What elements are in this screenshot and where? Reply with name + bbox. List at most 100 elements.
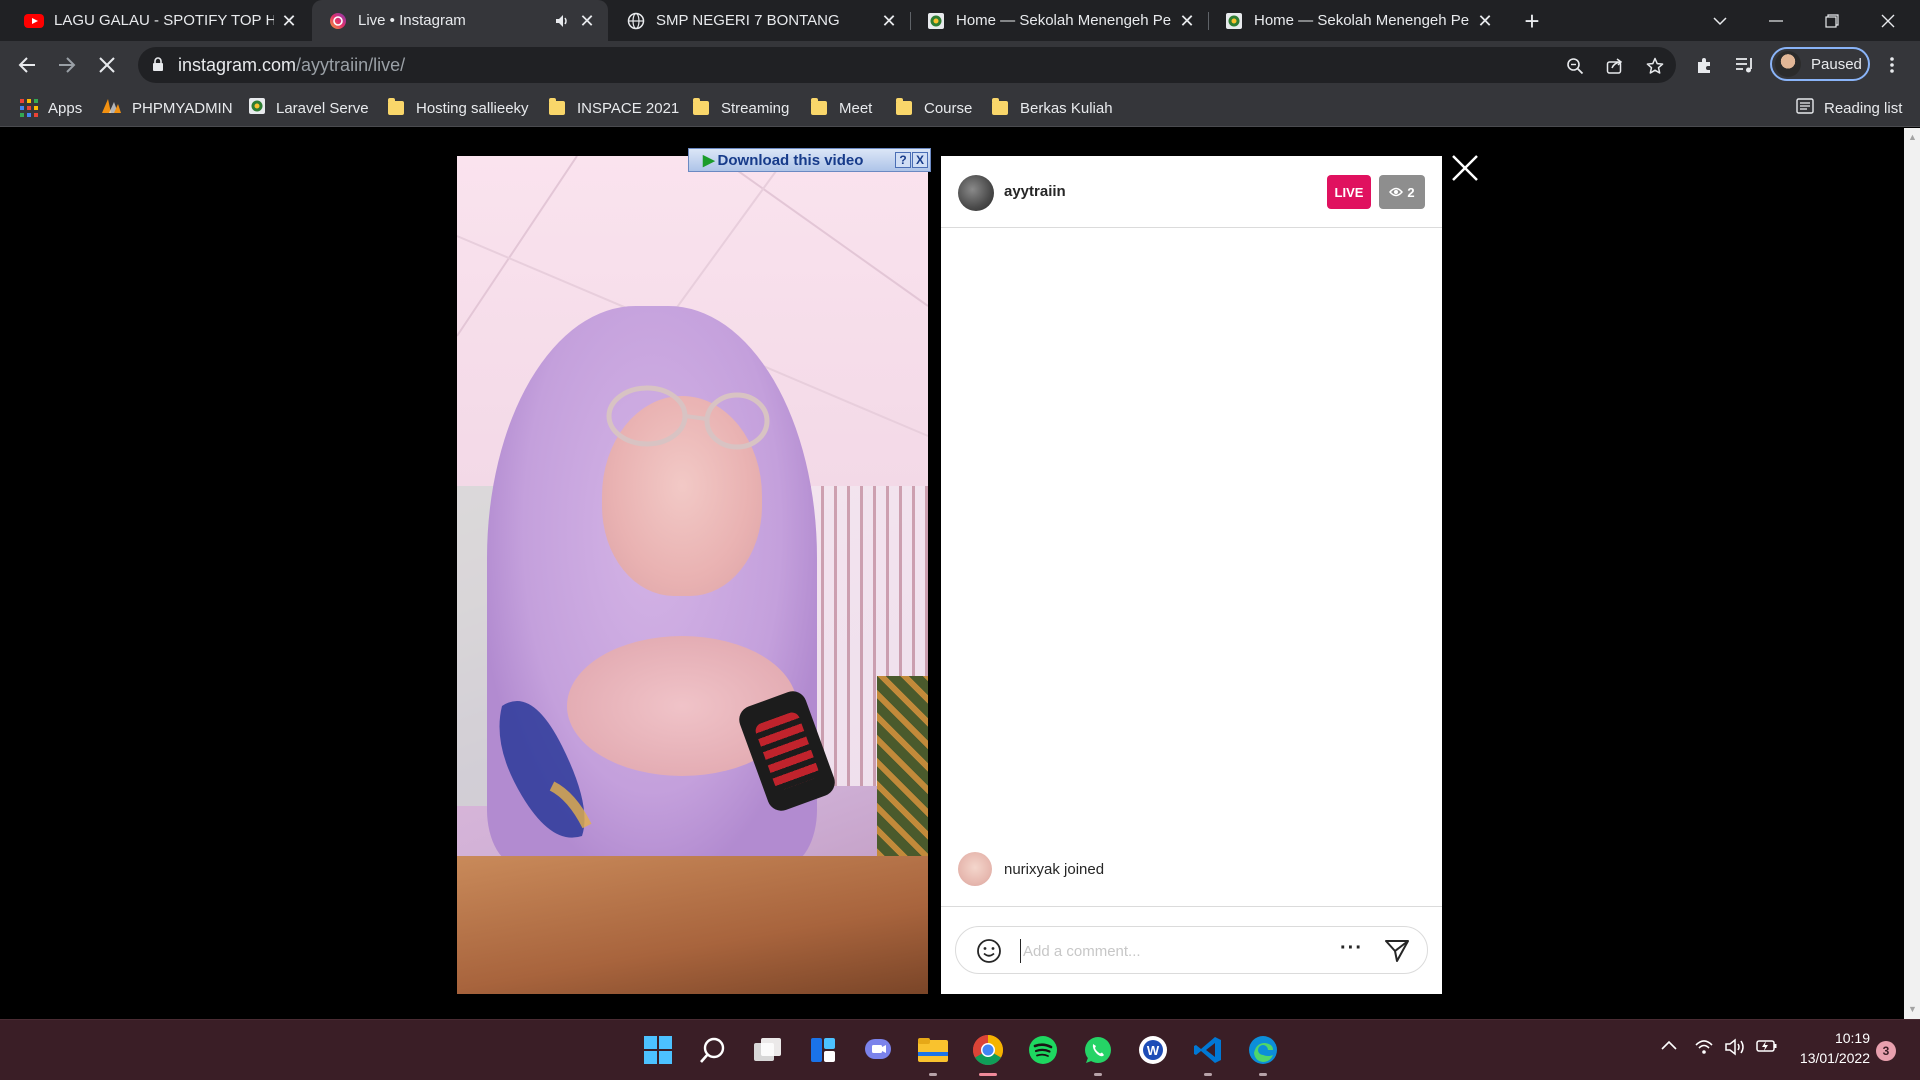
svg-text:W: W [1147, 1043, 1160, 1058]
menu-kebab-icon[interactable] [1880, 53, 1904, 77]
chrome-icon[interactable] [970, 1032, 1006, 1076]
folder-icon [388, 98, 404, 115]
tab-sekolah-1[interactable]: Home — Sekolah Menengeh Per ✕ [910, 0, 1208, 41]
page-scrollbar[interactable]: ▲ ▼ [1904, 128, 1920, 1019]
vscode-icon[interactable] [1190, 1032, 1226, 1076]
youtube-icon [24, 11, 44, 31]
send-icon[interactable] [1384, 938, 1410, 969]
folder-icon [693, 98, 709, 115]
bookmark-phpmyadmin[interactable]: PHPMYADMIN [100, 97, 233, 119]
bookmark-course[interactable]: Course [896, 97, 972, 119]
whatsapp-icon[interactable] [1080, 1032, 1116, 1076]
close-tab-icon[interactable]: ✕ [280, 12, 298, 30]
bookmark-apps[interactable]: Apps [20, 97, 82, 119]
tab-search-chevron-icon[interactable] [1692, 0, 1748, 41]
url-host: instagram.com [178, 55, 297, 75]
bookmark-streaming[interactable]: Streaming [693, 97, 789, 119]
host-avatar[interactable] [958, 175, 994, 211]
battery-charging-icon[interactable] [1756, 1038, 1778, 1057]
restore-button[interactable] [1804, 0, 1860, 41]
viewer-count: 2 [1407, 184, 1415, 200]
volume-icon[interactable] [1724, 1038, 1746, 1059]
host-username[interactable]: ayytraiin [1004, 183, 1066, 200]
close-tab-icon[interactable]: ✕ [1178, 12, 1196, 30]
comment-footer: ··· [941, 906, 1442, 994]
wifi-icon[interactable] [1694, 1038, 1714, 1059]
comment-input[interactable] [1020, 939, 1320, 963]
widgets-icon[interactable] [805, 1032, 841, 1068]
speaker-icon[interactable] [554, 12, 572, 30]
download-help-button[interactable]: ? [895, 152, 911, 168]
system-clock[interactable]: 10:19 13/01/2022 [1792, 1028, 1870, 1068]
tab-youtube[interactable]: LAGU GALAU - SPOTIFY TOP HIT ✕ [8, 0, 310, 41]
avatar [1775, 51, 1801, 77]
stop-loading-button[interactable] [92, 50, 122, 80]
profile-button[interactable]: Paused [1770, 47, 1870, 81]
notification-badge[interactable]: 3 [1876, 1041, 1896, 1061]
lock-icon[interactable] [152, 57, 164, 77]
tab-sekolah-2[interactable]: Home — Sekolah Menengeh Per ✕ [1208, 0, 1506, 41]
forward-button[interactable] [52, 50, 82, 80]
folder-icon [896, 98, 912, 115]
bookmark-hosting-sallieeky[interactable]: Hosting sallieeky [388, 97, 529, 119]
word-app-icon[interactable]: W [1135, 1032, 1171, 1068]
share-icon[interactable] [1604, 55, 1626, 77]
reading-list-button[interactable]: Reading list [1796, 97, 1902, 119]
tab-instagram-live[interactable]: Live • Instagram ✕ [312, 0, 608, 41]
task-view-icon[interactable] [750, 1032, 786, 1068]
address-bar[interactable]: instagram.com/ayytraiin/live/ [138, 47, 1676, 83]
bookmark-label: Course [924, 99, 973, 117]
bookmark-label: Berkas Kuliah [1020, 99, 1113, 117]
tab-title: LAGU GALAU - SPOTIFY TOP HIT [54, 12, 274, 29]
bookmark-meet[interactable]: Meet [811, 97, 872, 119]
bookmark-label: PHPMYADMIN [132, 99, 233, 117]
bookmark-label: Meet [839, 99, 873, 117]
panel-header: ayytraiin LIVE 2 [941, 156, 1442, 228]
scroll-up-icon[interactable]: ▲ [1908, 132, 1917, 142]
comment-text: nurixyak joined [1004, 860, 1105, 878]
video-glasses [606, 385, 770, 450]
live-video-stream[interactable] [457, 156, 928, 994]
tab-title: Home — Sekolah Menengeh Per [956, 12, 1172, 29]
search-icon[interactable] [695, 1032, 731, 1068]
new-tab-button[interactable]: + [1518, 8, 1546, 36]
back-button[interactable] [12, 50, 42, 80]
file-explorer-icon[interactable] [915, 1032, 951, 1076]
zoom-icon[interactable] [1564, 55, 1586, 77]
minimize-button[interactable] [1748, 0, 1804, 41]
close-live-icon[interactable] [1450, 153, 1480, 183]
bookmark-berkas-kuliah[interactable]: Berkas Kuliah [992, 97, 1113, 119]
instagram-icon [328, 11, 348, 31]
bookmark-label: Laravel Serve [276, 99, 369, 117]
teams-chat-icon[interactable] [860, 1032, 896, 1068]
bookmark-label: Hosting sallieeky [416, 99, 529, 117]
download-video-bar[interactable]: ▶ Download this video ? X [688, 148, 931, 172]
bookmark-inspace-2021[interactable]: INSPACE 2021 [549, 97, 679, 119]
bookmark-star-icon[interactable] [1644, 55, 1666, 77]
eye-icon [1389, 187, 1404, 197]
close-window-button[interactable] [1860, 0, 1916, 41]
comment-form: ··· [955, 926, 1428, 974]
download-close-button[interactable]: X [912, 152, 928, 168]
windows-start-icon[interactable] [640, 1032, 676, 1068]
edge-icon[interactable] [1245, 1032, 1281, 1076]
close-tab-icon[interactable]: ✕ [578, 12, 596, 30]
bookmark-laravel-serve[interactable]: Laravel Serve [248, 97, 369, 119]
tab-smp-negeri[interactable]: SMP NEGERI 7 BONTANG ✕ [610, 0, 910, 41]
tab-title: Live • Instagram [358, 12, 466, 29]
comment-item: nurixyak joined [958, 851, 1104, 887]
bookmark-label: Apps [48, 99, 83, 117]
emoji-icon[interactable] [976, 938, 1002, 969]
close-tab-icon[interactable]: ✕ [880, 12, 898, 30]
extensions-puzzle-icon[interactable] [1693, 53, 1717, 77]
bookmarks-bar: Apps PHPMYADMIN Laravel Serve Hosting sa… [0, 89, 1920, 127]
close-tab-icon[interactable]: ✕ [1476, 12, 1494, 30]
avatar[interactable] [958, 852, 992, 886]
tab-title: SMP NEGERI 7 BONTANG [656, 12, 840, 29]
scroll-down-icon[interactable]: ▼ [1908, 1004, 1917, 1014]
media-control-icon[interactable] [1733, 53, 1757, 77]
spotify-icon[interactable] [1025, 1032, 1061, 1068]
live-badge: LIVE [1327, 175, 1371, 209]
more-options-button[interactable]: ··· [1340, 937, 1363, 960]
chevron-up-icon[interactable] [1660, 1038, 1678, 1054]
